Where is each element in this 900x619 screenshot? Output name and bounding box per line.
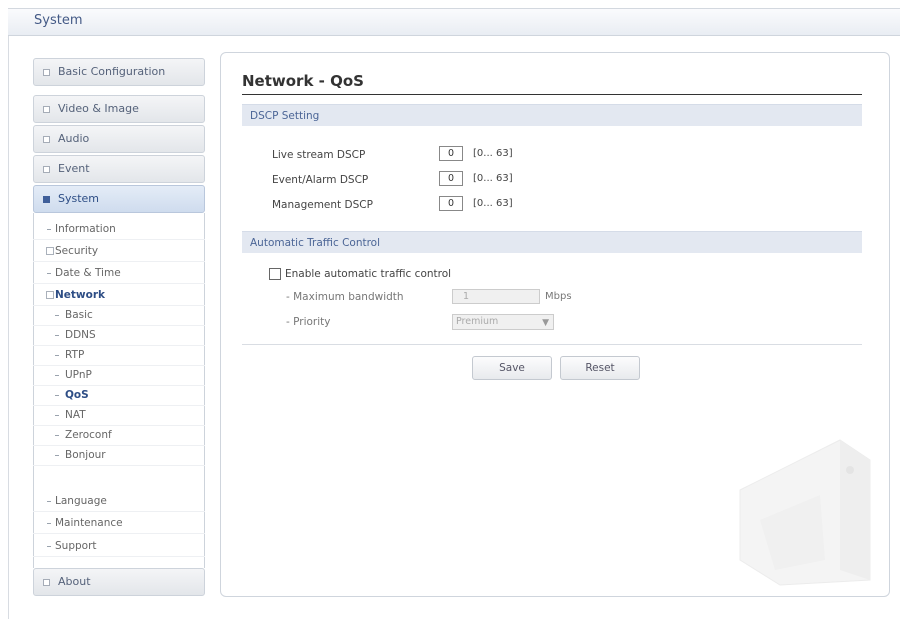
- sidebar-item-label: QoS: [65, 389, 89, 401]
- enable-traffic-control-label: Enable automatic traffic control: [285, 268, 452, 280]
- expand-icon: [43, 69, 50, 76]
- event-alarm-dscp-range: [0... 63]: [473, 173, 513, 184]
- sidebar-item-bonjour[interactable]: Bonjour: [33, 445, 205, 466]
- traffic-section-header: Automatic Traffic Control: [242, 231, 862, 253]
- collapse-icon: [43, 196, 50, 203]
- sidebar-item-label: Maintenance: [55, 517, 123, 529]
- sidebar-item-label: Support: [55, 540, 97, 552]
- collapse-icon: [46, 291, 54, 299]
- sidebar-item-video-image[interactable]: Video & Image: [33, 95, 205, 123]
- dscp-section-header: DSCP Setting: [242, 104, 862, 126]
- expand-icon: [46, 247, 54, 255]
- live-stream-dscp-range: [0... 63]: [473, 148, 513, 159]
- sidebar-item-label: About: [58, 575, 91, 588]
- bullet-icon: [55, 415, 59, 416]
- sidebar-item-upnp[interactable]: UPnP: [33, 365, 205, 386]
- bullet-icon: [55, 375, 59, 376]
- expand-icon: [43, 579, 50, 586]
- expand-icon: [43, 166, 50, 173]
- sidebar-item-label: Basic Configuration: [58, 65, 166, 78]
- sidebar-item-network[interactable]: Network: [33, 285, 205, 306]
- sidebar-item-label: Date & Time: [55, 267, 121, 279]
- reset-button[interactable]: Reset: [560, 356, 640, 380]
- event-alarm-dscp-input[interactable]: 0: [439, 171, 463, 186]
- bullet-icon: [55, 455, 59, 456]
- max-bandwidth-input[interactable]: 1: [452, 289, 540, 304]
- bullet-icon: [47, 523, 51, 524]
- expand-icon: [43, 106, 50, 113]
- camera-watermark-graphic: [739, 439, 871, 586]
- sidebar-item-label: Network: [55, 289, 106, 301]
- management-dscp-input[interactable]: 0: [439, 196, 463, 211]
- sidebar-item-label: Bonjour: [65, 449, 106, 461]
- sidebar-item-label: Video & Image: [58, 102, 139, 115]
- bullet-icon: [55, 395, 59, 396]
- sidebar-item-zeroconf[interactable]: Zeroconf: [33, 425, 205, 446]
- frame-divider: [8, 36, 9, 619]
- sidebar-item-label: Event: [58, 162, 90, 175]
- live-stream-dscp-input[interactable]: 0: [439, 146, 463, 161]
- sidebar-item-label: Security: [55, 245, 99, 257]
- sidebar-item-label: Zeroconf: [65, 429, 112, 441]
- live-stream-dscp-label: Live stream DSCP: [272, 149, 366, 161]
- sidebar-item-security[interactable]: Security: [33, 241, 205, 262]
- sidebar-item-language[interactable]: Language: [33, 491, 205, 512]
- sidebar-item-basic-configuration[interactable]: Basic Configuration: [33, 58, 205, 86]
- sidebar-item-information[interactable]: Information: [33, 219, 205, 240]
- sidebar-item-label: Information: [55, 223, 116, 235]
- bandwidth-unit: Mbps: [545, 291, 572, 302]
- sidebar-item-label: UPnP: [65, 369, 92, 381]
- bullet-icon: [55, 355, 59, 356]
- sidebar-item-about[interactable]: About: [33, 568, 205, 596]
- bullet-icon: [55, 435, 59, 436]
- page-title: Network - QoS: [242, 72, 364, 90]
- bullet-icon: [47, 546, 51, 547]
- sidebar-item-audio[interactable]: Audio: [33, 125, 205, 153]
- sidebar-item-date-time[interactable]: Date & Time: [33, 263, 205, 284]
- sidebar-item-rtp[interactable]: RTP: [33, 345, 205, 366]
- priority-value: Premium: [456, 316, 499, 327]
- sidebar-item-label: Basic: [65, 309, 93, 321]
- enable-traffic-control-checkbox[interactable]: [269, 268, 281, 280]
- management-dscp-label: Management DSCP: [272, 199, 373, 211]
- event-alarm-dscp-label: Event/Alarm DSCP: [272, 174, 369, 186]
- expand-icon: [43, 136, 50, 143]
- form-divider: [242, 344, 862, 345]
- sidebar-item-nat[interactable]: NAT: [33, 405, 205, 426]
- priority-label: - Priority: [286, 316, 331, 328]
- priority-select[interactable]: Premium ▼: [452, 314, 554, 330]
- sidebar-item-basic[interactable]: Basic: [33, 305, 205, 326]
- sidebar-item-support[interactable]: Support: [33, 536, 205, 557]
- management-dscp-range: [0... 63]: [473, 198, 513, 209]
- sidebar-item-label: Audio: [58, 132, 90, 145]
- bullet-icon: [55, 335, 59, 336]
- title-divider: [242, 94, 862, 95]
- bullet-icon: [55, 315, 59, 316]
- max-bandwidth-label: - Maximum bandwidth: [286, 291, 404, 303]
- bullet-icon: [47, 273, 51, 274]
- sidebar-item-ddns[interactable]: DDNS: [33, 325, 205, 346]
- sidebar-item-event[interactable]: Event: [33, 155, 205, 183]
- sidebar-item-maintenance[interactable]: Maintenance: [33, 513, 205, 534]
- sidebar-item-label: System: [58, 192, 100, 205]
- sidebar-item-label: NAT: [65, 409, 86, 421]
- bullet-icon: [47, 229, 51, 230]
- sidebar-item-label: Language: [55, 495, 107, 507]
- save-button[interactable]: Save: [472, 356, 552, 380]
- chevron-down-icon: ▼: [542, 318, 549, 328]
- sidebar-item-qos[interactable]: QoS: [33, 385, 205, 406]
- sidebar-item-system[interactable]: System: [33, 185, 205, 213]
- sidebar-item-label: RTP: [65, 349, 85, 361]
- top-header-bar: System: [8, 8, 900, 36]
- header-title: System: [34, 13, 83, 28]
- bullet-icon: [47, 501, 51, 502]
- sidebar-item-label: DDNS: [65, 329, 96, 341]
